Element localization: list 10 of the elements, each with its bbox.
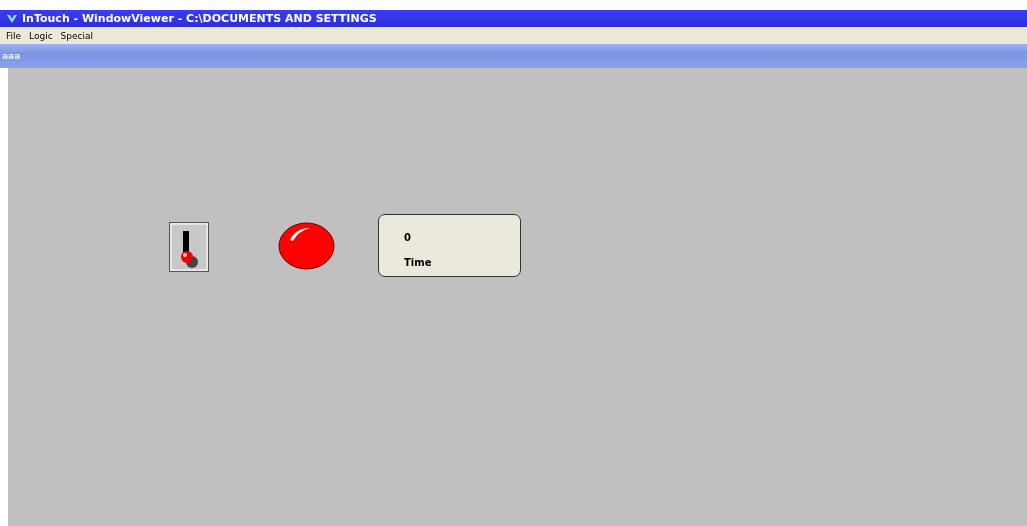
- value-text: 0: [404, 232, 411, 243]
- toggle-switch[interactable]: [169, 222, 209, 272]
- menu-item[interactable]: Special: [60, 30, 94, 41]
- window-title: InTouch - WindowViewer - C:\DOCUMENTS AND SETTINGS: [22, 12, 377, 25]
- app-icon: [6, 13, 18, 24]
- indicator-light: [278, 222, 335, 270]
- time-label: Time: [404, 257, 432, 268]
- view-window-title: aaa: [2, 51, 21, 61]
- menu-item[interactable]: File: [6, 30, 22, 41]
- menu-item[interactable]: Logic: [29, 30, 53, 41]
